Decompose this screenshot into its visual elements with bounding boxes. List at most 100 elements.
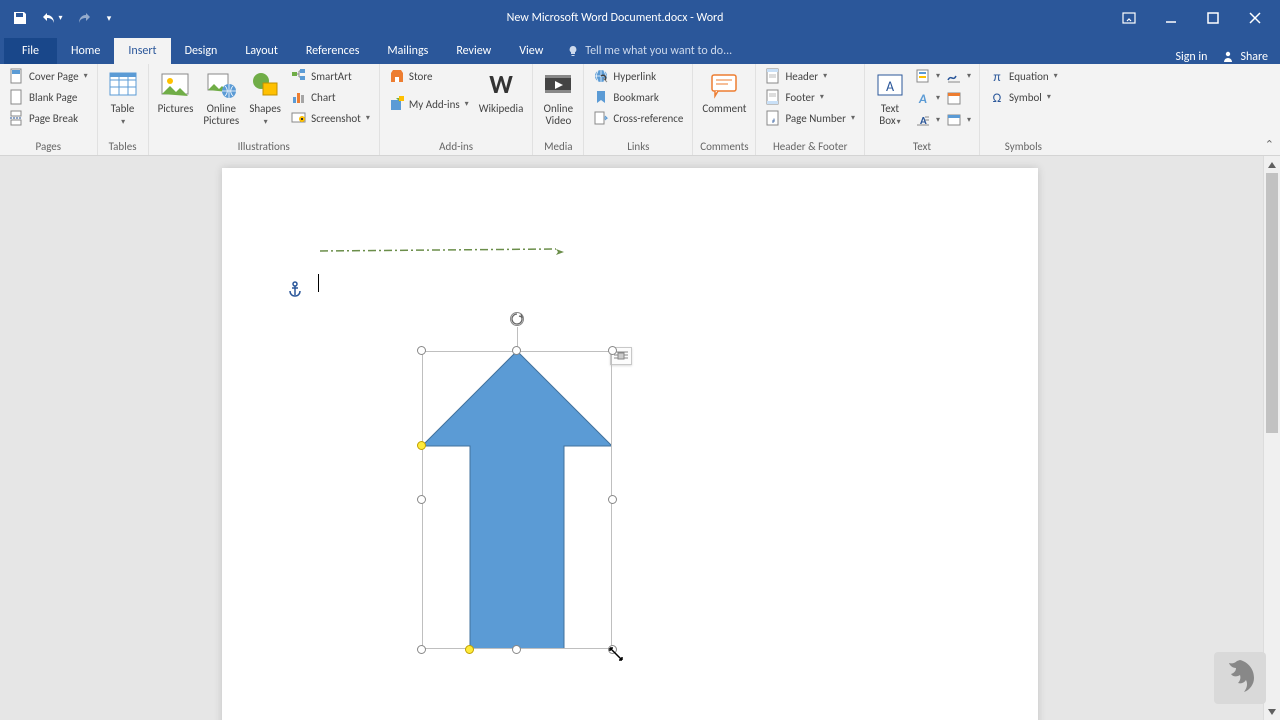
scroll-up-button[interactable] bbox=[1264, 156, 1280, 173]
group-label-symbols: Symbols bbox=[986, 140, 1061, 155]
resize-handle-bl[interactable] bbox=[417, 645, 426, 654]
tab-references[interactable]: References bbox=[292, 38, 374, 64]
bookmark-button[interactable]: Bookmark bbox=[590, 87, 686, 107]
tab-home[interactable]: Home bbox=[57, 38, 114, 64]
tab-design[interactable]: Design bbox=[171, 38, 232, 64]
svg-text:A: A bbox=[886, 78, 895, 95]
undo-button[interactable]: ▾ bbox=[36, 4, 68, 32]
pictures-button[interactable]: Pictures bbox=[155, 66, 197, 118]
scroll-track[interactable] bbox=[1264, 173, 1280, 703]
table-button[interactable]: Table▾ bbox=[104, 66, 142, 130]
maximize-button[interactable] bbox=[1192, 4, 1234, 32]
save-button[interactable] bbox=[4, 4, 36, 32]
scroll-down-button[interactable] bbox=[1264, 703, 1280, 720]
collapse-ribbon-button[interactable]: ⌃ bbox=[1265, 138, 1274, 151]
adjust-handle-stem[interactable] bbox=[465, 645, 474, 654]
tell-me-search[interactable]: Tell me what you want to do... bbox=[557, 38, 742, 64]
vertical-scrollbar[interactable] bbox=[1263, 156, 1280, 720]
svg-text:A: A bbox=[918, 92, 927, 106]
adjust-handle-head[interactable] bbox=[417, 441, 426, 450]
ribbon-display-options[interactable] bbox=[1108, 4, 1150, 32]
qat-customize[interactable]: ▾ bbox=[100, 4, 118, 32]
my-addins-button[interactable]: My Add-ins ▾ bbox=[386, 94, 472, 114]
tab-layout[interactable]: Layout bbox=[231, 38, 292, 64]
crossref-icon bbox=[593, 110, 609, 126]
chart-icon bbox=[291, 89, 307, 105]
page[interactable] bbox=[222, 168, 1038, 720]
store-button[interactable]: Store bbox=[386, 66, 472, 86]
text-box-button[interactable]: AText Box▾ bbox=[871, 66, 909, 130]
page-number-button[interactable]: #Page Number▾ bbox=[762, 108, 858, 128]
tab-view[interactable]: View bbox=[505, 38, 557, 64]
equation-button[interactable]: πEquation ▾ bbox=[986, 66, 1061, 86]
tell-me-placeholder: Tell me what you want to do... bbox=[585, 44, 732, 58]
equation-icon: π bbox=[989, 68, 1005, 84]
smartart-button[interactable]: SmartArt bbox=[288, 66, 373, 86]
shapes-button[interactable]: Shapes▾ bbox=[246, 66, 284, 130]
window-controls bbox=[1108, 4, 1280, 32]
dashed-arrow-shape[interactable] bbox=[320, 246, 564, 256]
header-button[interactable]: Header▾ bbox=[762, 66, 858, 86]
tab-file[interactable]: File bbox=[4, 38, 57, 64]
close-button[interactable] bbox=[1234, 4, 1276, 32]
online-video-button[interactable]: Online Video bbox=[539, 66, 577, 130]
wordart-button[interactable]: A▾ bbox=[913, 88, 942, 108]
cross-reference-button[interactable]: Cross-reference bbox=[590, 108, 686, 128]
object-button[interactable]: ▾ bbox=[944, 110, 973, 130]
resize-handle-tl[interactable] bbox=[417, 346, 426, 355]
cover-page-button[interactable]: Cover Page▾ bbox=[6, 66, 91, 86]
group-label-addins: Add-ins bbox=[386, 140, 526, 155]
footer-button[interactable]: Footer▾ bbox=[762, 87, 858, 107]
bookmark-icon bbox=[593, 89, 609, 105]
lightbulb-icon bbox=[567, 45, 579, 57]
minimize-button[interactable] bbox=[1150, 4, 1192, 32]
dropcap-icon: A bbox=[915, 112, 931, 128]
signature-line-button[interactable]: ▾ bbox=[944, 66, 973, 86]
resize-handle-tc[interactable] bbox=[512, 346, 521, 355]
resize-handle-mr[interactable] bbox=[608, 495, 617, 504]
page-break-icon bbox=[9, 110, 25, 126]
online-pictures-icon bbox=[205, 69, 237, 101]
comment-button[interactable]: Comment bbox=[699, 66, 749, 118]
group-label-media: Media bbox=[539, 140, 577, 155]
symbol-icon: Ω bbox=[989, 89, 1005, 105]
redo-button[interactable] bbox=[68, 4, 100, 32]
drop-cap-button[interactable]: A▾ bbox=[913, 110, 942, 130]
group-addins: Store My Add-ins ▾ WWikipedia Add-ins bbox=[380, 64, 533, 155]
share-button[interactable]: Share bbox=[1221, 50, 1268, 64]
comment-icon bbox=[708, 69, 740, 101]
group-header-footer: Header▾ Footer▾ #Page Number▾ Header & F… bbox=[756, 64, 865, 155]
resize-handle-tr[interactable] bbox=[608, 346, 617, 355]
selection-rectangle bbox=[422, 351, 612, 649]
cover-page-icon bbox=[9, 68, 25, 84]
resize-handle-ml[interactable] bbox=[417, 495, 426, 504]
page-break-button[interactable]: Page Break bbox=[6, 108, 91, 128]
share-icon bbox=[1221, 50, 1235, 64]
group-pages: Cover Page▾ Blank Page Page Break Pages bbox=[0, 64, 98, 155]
header-icon bbox=[765, 68, 781, 84]
symbol-button[interactable]: ΩSymbol▾ bbox=[986, 87, 1061, 107]
online-pictures-button[interactable]: Online Pictures bbox=[200, 66, 242, 130]
tab-insert[interactable]: Insert bbox=[114, 38, 170, 64]
up-arrow-shape[interactable] bbox=[422, 351, 612, 649]
tab-review[interactable]: Review bbox=[442, 38, 505, 64]
quick-parts-button[interactable]: ▾ bbox=[913, 66, 942, 86]
resize-handle-bc[interactable] bbox=[512, 645, 521, 654]
chart-button[interactable]: Chart bbox=[288, 87, 373, 107]
scroll-thumb[interactable] bbox=[1266, 173, 1278, 433]
date-time-button[interactable] bbox=[944, 88, 964, 108]
tab-mailings[interactable]: Mailings bbox=[373, 38, 442, 64]
wikipedia-button[interactable]: WWikipedia bbox=[476, 66, 527, 118]
quick-access-toolbar: ▾ ▾ bbox=[0, 4, 122, 32]
rotate-handle[interactable] bbox=[509, 311, 525, 327]
svg-text:W: W bbox=[489, 69, 513, 100]
group-label-pages: Pages bbox=[6, 140, 91, 155]
hyperlink-button[interactable]: Hyperlink bbox=[590, 66, 686, 86]
sign-in-link[interactable]: Sign in bbox=[1175, 50, 1207, 64]
blank-page-button[interactable]: Blank Page bbox=[6, 87, 91, 107]
quick-parts-icon bbox=[915, 68, 931, 84]
screenshot-button[interactable]: Screenshot▾ bbox=[288, 108, 373, 128]
svg-text:Ω: Ω bbox=[993, 91, 1002, 105]
title-bar: ▾ ▾ New Microsoft Word Document.docx - W… bbox=[0, 0, 1280, 36]
resize-cursor-icon bbox=[607, 645, 625, 668]
